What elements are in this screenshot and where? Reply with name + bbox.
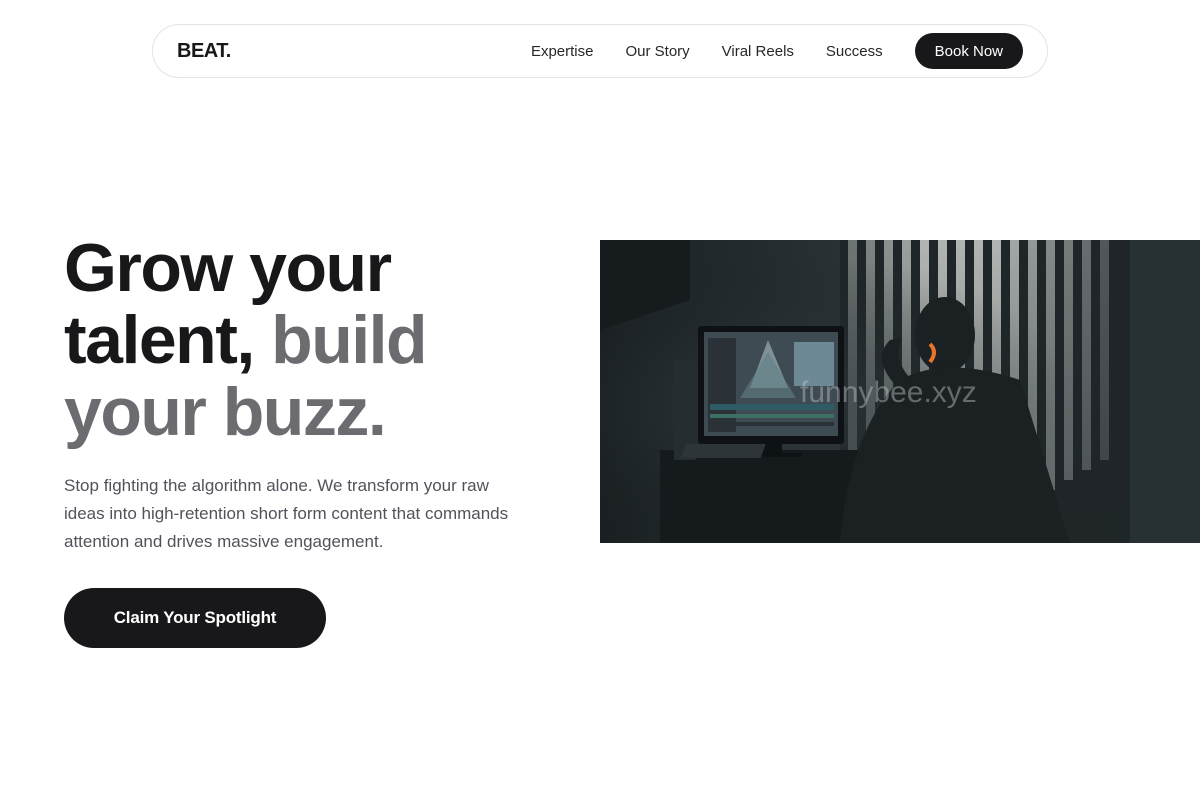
hero-image: funnybee.xyz xyxy=(600,240,1200,543)
hero-title-line1: Grow your xyxy=(64,230,392,306)
brand-logo[interactable]: BEAT. xyxy=(177,40,231,63)
claim-spotlight-button[interactable]: Claim Your Spotlight xyxy=(64,588,326,648)
hero-title-line2-dark: talent, xyxy=(64,302,255,378)
hero-title-line3-gray: your buzz. xyxy=(64,374,387,450)
hero-title: Grow your talent, build your buzz. xyxy=(64,232,584,448)
top-navbar: BEAT. Expertise Our Story Viral Reels Su… xyxy=(152,24,1048,78)
nav-link-success[interactable]: Success xyxy=(826,43,883,60)
nav-link-viral-reels[interactable]: Viral Reels xyxy=(722,43,794,60)
image-watermark: funnybee.xyz xyxy=(800,376,977,409)
nav-links: Expertise Our Story Viral Reels Success xyxy=(531,43,883,60)
nav-link-our-story[interactable]: Our Story xyxy=(625,43,689,60)
nav-link-expertise[interactable]: Expertise xyxy=(531,43,594,60)
book-now-button[interactable]: Book Now xyxy=(914,33,1023,69)
hero-title-line2-gray: build xyxy=(271,302,427,378)
hero-subtitle: Stop fighting the algorithm alone. We tr… xyxy=(64,476,509,551)
